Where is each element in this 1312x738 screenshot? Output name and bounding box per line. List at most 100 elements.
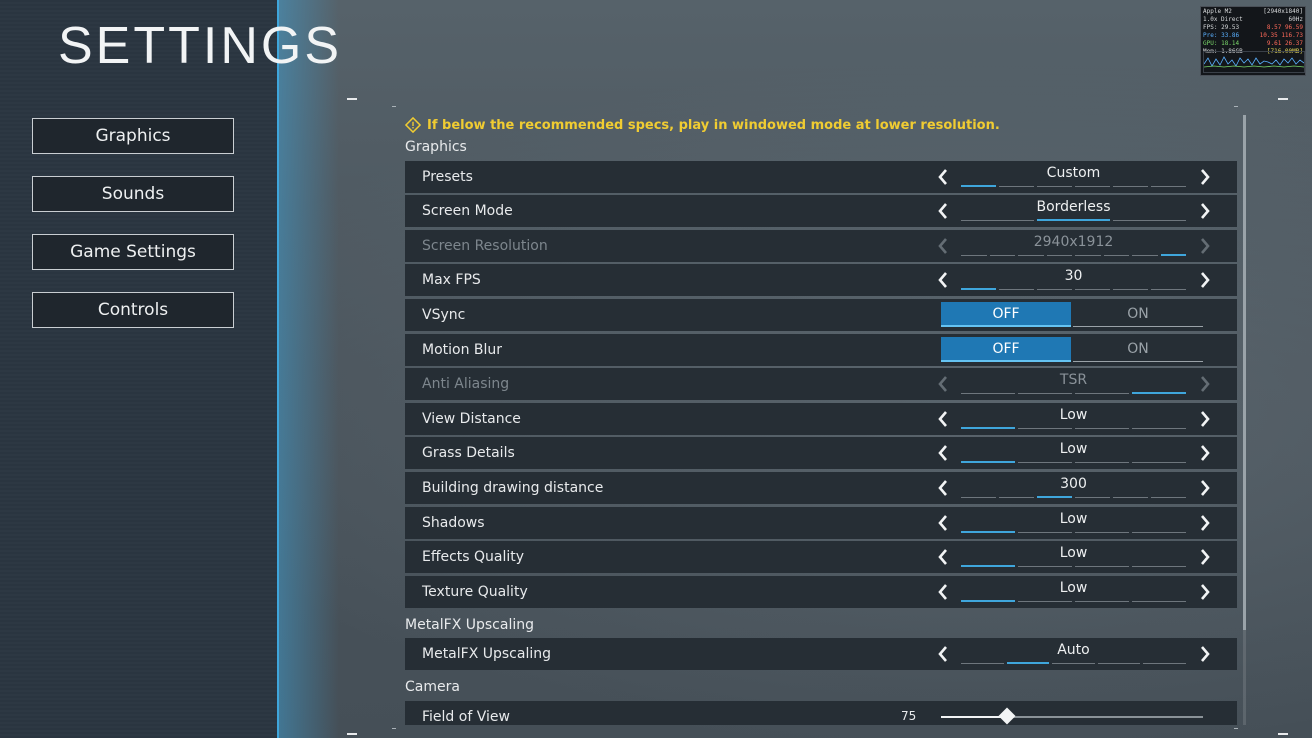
perf-pre-max: 116.73 — [1281, 32, 1303, 39]
setting-value: 2940x1912 — [1033, 234, 1114, 250]
setting-label: Shadows — [422, 515, 485, 531]
fov-slider-fill — [941, 716, 1007, 718]
vsync-on-toggle[interactable]: ON — [1073, 302, 1203, 327]
performance-hud: Apple M2 [2940x1840] 1.0x Direct 60Hz FPS:… — [1200, 6, 1306, 76]
chevron-right-icon[interactable] — [1195, 409, 1215, 429]
chevron-right-icon[interactable] — [1195, 201, 1215, 221]
chevron-left-icon[interactable] — [933, 513, 953, 533]
perf-device: Apple M2 — [1203, 8, 1232, 15]
sidebar — [0, 0, 278, 738]
perf-gpu-max: 26.37 — [1284, 40, 1303, 47]
setting-value: Borderless — [1036, 199, 1111, 215]
chevron-right-icon — [1195, 236, 1215, 256]
setting-row-shadows: Shadows Low — [405, 507, 1237, 539]
sidebar-edge — [277, 0, 279, 738]
setting-row-grass-details: Grass Details Low — [405, 437, 1237, 469]
perf-fps-value: 29.53 — [1221, 24, 1240, 31]
perf-resolution: [2940x1840] — [1263, 8, 1303, 15]
perf-frame-graph — [1203, 51, 1305, 73]
setting-label: Motion Blur — [422, 342, 503, 358]
option-indicator — [961, 461, 1186, 463]
perf-fps-max: 96.59 — [1284, 24, 1303, 31]
setting-value: Low — [1059, 580, 1088, 596]
chevron-right-icon[interactable] — [1195, 644, 1215, 664]
nav-controls-button[interactable]: Controls — [32, 292, 234, 328]
perf-gpu-label: GPU: — [1203, 40, 1218, 47]
warning-diamond-icon — [405, 117, 421, 133]
setting-value: Low — [1059, 441, 1088, 457]
chevron-right-icon[interactable] — [1195, 513, 1215, 533]
perf-refresh: 60Hz — [1288, 16, 1303, 23]
nav-graphics-button[interactable]: Graphics — [32, 118, 234, 154]
chevron-left-icon[interactable] — [933, 644, 953, 664]
option-indicator — [961, 288, 1186, 290]
chevron-left-icon[interactable] — [933, 201, 953, 221]
chevron-left-icon[interactable] — [933, 409, 953, 429]
chevron-left-icon[interactable] — [933, 443, 953, 463]
panel-corner-marker — [347, 733, 357, 735]
setting-row-building-drawing-distance: Building drawing distance 300 — [405, 472, 1237, 504]
chevron-right-icon[interactable] — [1195, 582, 1215, 602]
scrollbar-thumb[interactable] — [1243, 115, 1246, 630]
option-indicator — [961, 219, 1186, 221]
option-indicator — [961, 600, 1186, 602]
panel-corner-marker — [1278, 98, 1288, 100]
settings-scrollbar[interactable] — [1243, 115, 1246, 725]
setting-row-max-fps: Max FPS 30 — [405, 264, 1237, 296]
fov-slider-track[interactable] — [941, 707, 1203, 725]
option-indicator — [961, 185, 1186, 187]
chevron-right-icon[interactable] — [1195, 443, 1215, 463]
nav-sounds-button[interactable]: Sounds — [32, 176, 234, 212]
perf-fps-label: FPS: — [1203, 24, 1218, 31]
setting-label: Grass Details — [422, 445, 515, 461]
perf-pre-label: Pre: — [1203, 32, 1218, 39]
setting-value: Auto — [1057, 642, 1090, 658]
setting-row-texture-quality: Texture Quality Low — [405, 576, 1237, 608]
fov-slider-thumb[interactable] — [998, 707, 1015, 725]
setting-label: View Distance — [422, 411, 521, 427]
section-title-graphics: Graphics — [405, 139, 467, 155]
panel-tick-marker — [1234, 106, 1238, 107]
setting-value: 300 — [1060, 476, 1087, 492]
setting-label: Field of View — [422, 709, 510, 725]
chevron-left-icon[interactable] — [933, 167, 953, 187]
chevron-left-icon[interactable] — [933, 547, 953, 567]
chevron-left-icon — [933, 374, 953, 394]
perf-gpu-min: 9.61 — [1266, 40, 1282, 47]
perf-mode: 1.0x Direct — [1203, 16, 1243, 23]
chevron-right-icon[interactable] — [1195, 478, 1215, 498]
chevron-right-icon[interactable] — [1195, 270, 1215, 290]
fov-value: 75 — [901, 709, 917, 723]
setting-label: Effects Quality — [422, 549, 525, 565]
chevron-left-icon — [933, 236, 953, 256]
chevron-left-icon[interactable] — [933, 270, 953, 290]
section-title-camera: Camera — [405, 679, 460, 695]
setting-label: Building drawing distance — [422, 480, 604, 496]
option-indicator — [961, 496, 1186, 498]
setting-label: Screen Resolution — [422, 238, 548, 254]
chevron-right-icon[interactable] — [1195, 547, 1215, 567]
option-indicator — [961, 392, 1186, 394]
nav-game-settings-button[interactable]: Game Settings — [32, 234, 234, 270]
setting-row-metalfx-upscaling: MetalFX Upscaling Auto — [405, 638, 1237, 670]
motion-blur-on-toggle[interactable]: ON — [1073, 337, 1203, 362]
setting-label: Screen Mode — [422, 203, 513, 219]
perf-fps-min: 8.57 — [1266, 24, 1282, 31]
perf-pre-min: 10.35 — [1259, 32, 1278, 39]
chevron-left-icon[interactable] — [933, 582, 953, 602]
setting-row-vsync: VSync OFF ON — [405, 299, 1237, 331]
motion-blur-off-toggle[interactable]: OFF — [941, 337, 1071, 362]
chevron-right-icon[interactable] — [1195, 167, 1215, 187]
setting-label: Anti Aliasing — [422, 376, 510, 392]
chevron-left-icon[interactable] — [933, 478, 953, 498]
setting-label: VSync — [422, 307, 466, 323]
setting-label: Texture Quality — [422, 584, 528, 600]
setting-value: 30 — [1064, 268, 1083, 284]
sidebar-glow — [279, 0, 339, 738]
chevron-right-icon — [1195, 374, 1215, 394]
warning-text: If below the recommended specs, play in … — [427, 117, 1000, 133]
panel-corner-marker — [1278, 733, 1288, 735]
setting-label: MetalFX Upscaling — [422, 646, 551, 662]
vsync-off-toggle[interactable]: OFF — [941, 302, 1071, 327]
setting-row-presets: Presets Custom — [405, 161, 1237, 193]
